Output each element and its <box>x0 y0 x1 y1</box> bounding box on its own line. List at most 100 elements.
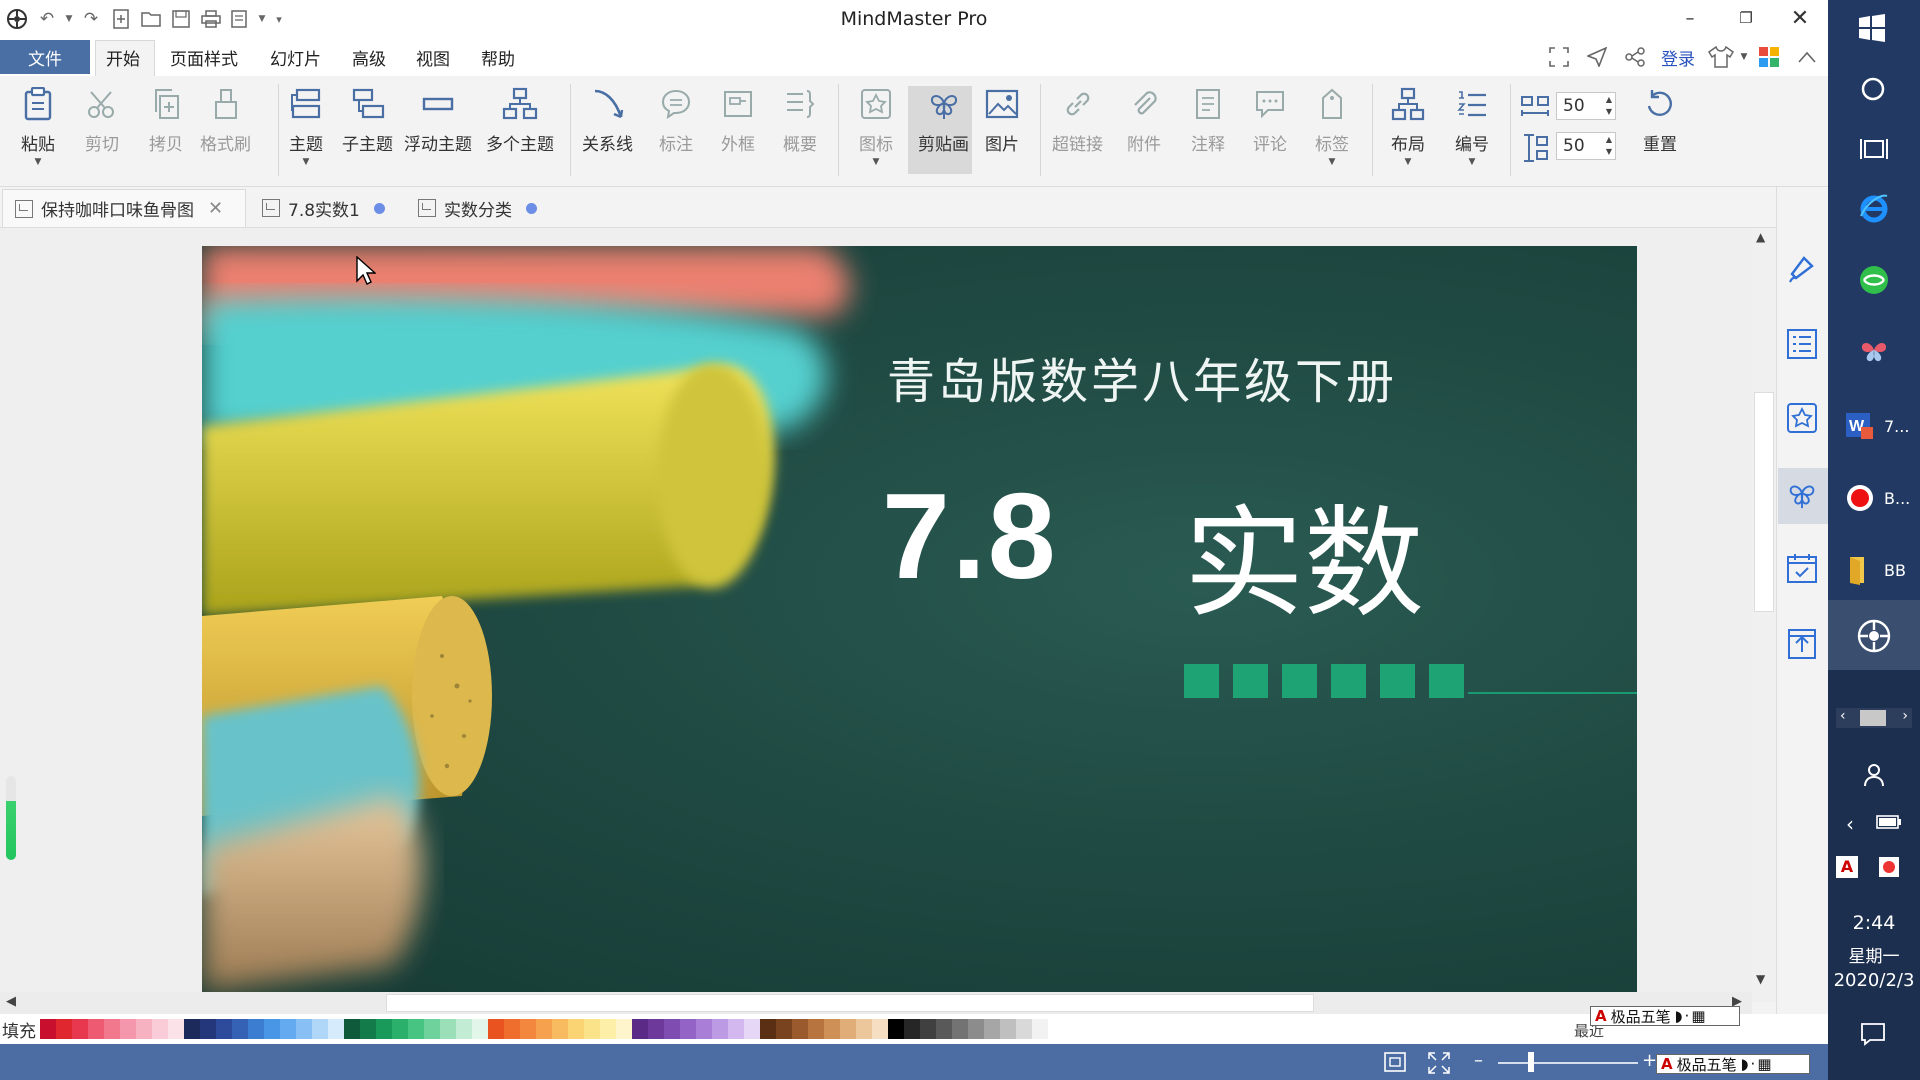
zoom-out-icon[interactable]: – <box>1474 1050 1483 1071</box>
topic-button[interactable]: 主题 ▼ <box>286 84 326 176</box>
color-swatch[interactable] <box>552 1019 568 1039</box>
layout-button[interactable]: 布局 ▼ <box>1388 84 1428 176</box>
collapse-ribbon-icon[interactable] <box>1792 44 1822 70</box>
taskbar-word-app[interactable]: W 7... <box>1828 396 1920 456</box>
color-swatch[interactable] <box>56 1019 72 1039</box>
clock-weekday[interactable]: 星期一 <box>1828 942 1920 967</box>
color-swatch[interactable] <box>88 1019 104 1039</box>
close-window-icon[interactable]: ✕ <box>1772 0 1828 36</box>
color-swatch[interactable] <box>616 1019 632 1039</box>
send-icon[interactable] <box>1582 44 1612 70</box>
vertical-scroll-thumb[interactable] <box>1754 392 1774 612</box>
clipart-panel-icon[interactable] <box>1784 476 1820 512</box>
topic-dropdown-icon[interactable]: ▼ <box>303 157 310 167</box>
ime-toolbar[interactable]: A 极品五笔 ◗ · ▦ <box>1590 1006 1740 1026</box>
boundary-button[interactable]: 外框 <box>718 84 758 176</box>
battery-icon[interactable] <box>1876 814 1902 834</box>
color-swatch[interactable] <box>184 1019 200 1039</box>
color-swatch[interactable] <box>104 1019 120 1039</box>
color-swatch[interactable] <box>712 1019 728 1039</box>
color-swatch[interactable] <box>872 1019 888 1039</box>
tab-real-number-classification[interactable]: 实数分类 <box>406 189 566 227</box>
tab-fishbone[interactable]: 保持咖啡口味鱼骨图 ✕ <box>2 189 246 227</box>
color-swatch[interactable] <box>744 1019 760 1039</box>
color-swatch[interactable] <box>680 1019 696 1039</box>
menu-view[interactable]: 视图 <box>416 38 450 76</box>
color-swatch[interactable] <box>440 1019 456 1039</box>
tab-real-numbers-1[interactable]: 7.8实数1 <box>250 189 400 227</box>
notification-center-icon[interactable] <box>1860 1022 1886 1050</box>
color-swatch[interactable] <box>888 1019 904 1039</box>
color-swatch[interactable] <box>904 1019 920 1039</box>
tab-close-icon[interactable]: ✕ <box>208 198 223 219</box>
slide-background-image[interactable]: 青岛版数学八年级下册 7.8 实数 <box>202 246 1637 992</box>
picture-button[interactable]: 图片 <box>982 84 1022 176</box>
ie-browser-icon[interactable] <box>1858 192 1890 228</box>
color-swatch[interactable] <box>504 1019 520 1039</box>
cortana-circle-icon[interactable] <box>1860 76 1886 106</box>
spin-arrows-icon[interactable]: ▲ ▼ <box>1606 94 1612 118</box>
numbering-button[interactable]: 编号 ▼ <box>1452 84 1492 176</box>
full-screen-icon[interactable] <box>1428 1052 1450 1078</box>
taskbar-folder-app[interactable]: BB <box>1828 540 1920 600</box>
paste-dropdown-icon[interactable]: ▼ <box>35 157 42 167</box>
color-swatch[interactable] <box>1000 1019 1016 1039</box>
color-swatch[interactable] <box>40 1019 56 1039</box>
color-swatch[interactable] <box>1032 1019 1048 1039</box>
login-link[interactable]: 登录 <box>1656 44 1700 70</box>
scroll-up-icon[interactable]: ▲ <box>1756 230 1765 244</box>
color-swatch[interactable] <box>824 1019 840 1039</box>
color-swatch[interactable] <box>568 1019 584 1039</box>
left-zoom-indicator[interactable] <box>6 776 16 860</box>
color-swatch[interactable] <box>280 1019 296 1039</box>
fit-page-icon[interactable] <box>1384 1052 1406 1076</box>
share-icon[interactable] <box>1620 44 1650 70</box>
vertical-scrollbar[interactable] <box>1752 228 1776 1002</box>
browser-360-icon[interactable] <box>1858 264 1890 300</box>
reset-button[interactable]: 重置 <box>1640 84 1680 176</box>
color-swatch[interactable] <box>760 1019 776 1039</box>
show-hidden-icons-icon[interactable]: ‹ <box>1846 812 1854 836</box>
color-swatch[interactable] <box>856 1019 872 1039</box>
ime-status-toolbar[interactable]: A 极品五笔 ◗ · ▦ <box>1656 1054 1810 1074</box>
puzzle-icon[interactable] <box>1754 44 1784 70</box>
mindmaster-running-icon[interactable] <box>1856 618 1892 658</box>
outline-panel-icon[interactable] <box>1784 326 1820 362</box>
color-swatch[interactable] <box>472 1019 488 1039</box>
color-swatch[interactable] <box>216 1019 232 1039</box>
horizontal-spacing-input[interactable]: 50 ▲ ▼ <box>1556 92 1616 120</box>
color-swatch[interactable] <box>392 1019 408 1039</box>
color-swatch[interactable] <box>360 1019 376 1039</box>
icon-button[interactable]: 图标 ▼ <box>856 84 896 176</box>
restore-icon[interactable]: ❐ <box>1718 0 1774 36</box>
color-swatch[interactable] <box>200 1019 216 1039</box>
task-panel-icon[interactable] <box>1784 550 1820 586</box>
callout-button[interactable]: 标注 <box>656 84 696 176</box>
copy-button[interactable]: 拷贝 <box>146 84 186 176</box>
clock-time[interactable]: 2:44 <box>1828 912 1920 934</box>
color-swatch[interactable] <box>920 1019 936 1039</box>
cut-button[interactable]: 剪切 <box>82 84 122 176</box>
icon-panel-icon[interactable] <box>1784 400 1820 436</box>
people-icon[interactable] <box>1862 762 1886 792</box>
color-swatch[interactable] <box>264 1019 280 1039</box>
color-swatch[interactable] <box>312 1019 328 1039</box>
color-swatch[interactable] <box>168 1019 184 1039</box>
color-swatch[interactable] <box>408 1019 424 1039</box>
numbering-dropdown-icon[interactable]: ▼ <box>1469 157 1476 167</box>
color-swatch[interactable] <box>152 1019 168 1039</box>
zoom-slider-track[interactable] <box>1498 1062 1638 1064</box>
color-swatch[interactable] <box>248 1019 264 1039</box>
color-swatch[interactable] <box>600 1019 616 1039</box>
menu-page-style[interactable]: 页面样式 <box>170 38 238 76</box>
paste-button[interactable]: 粘贴 ▼ <box>18 84 58 176</box>
zoom-slider-thumb[interactable] <box>1528 1052 1534 1072</box>
clock-date[interactable]: 2020/2/3 <box>1828 970 1920 991</box>
color-swatch[interactable] <box>696 1019 712 1039</box>
color-swatch[interactable] <box>952 1019 968 1039</box>
color-swatch[interactable] <box>808 1019 824 1039</box>
tag-button[interactable]: 标签 ▼ <box>1312 84 1352 176</box>
comment-button[interactable]: 评论 <box>1250 84 1290 176</box>
menu-help[interactable]: 帮助 <box>481 38 515 76</box>
color-swatch[interactable] <box>72 1019 88 1039</box>
